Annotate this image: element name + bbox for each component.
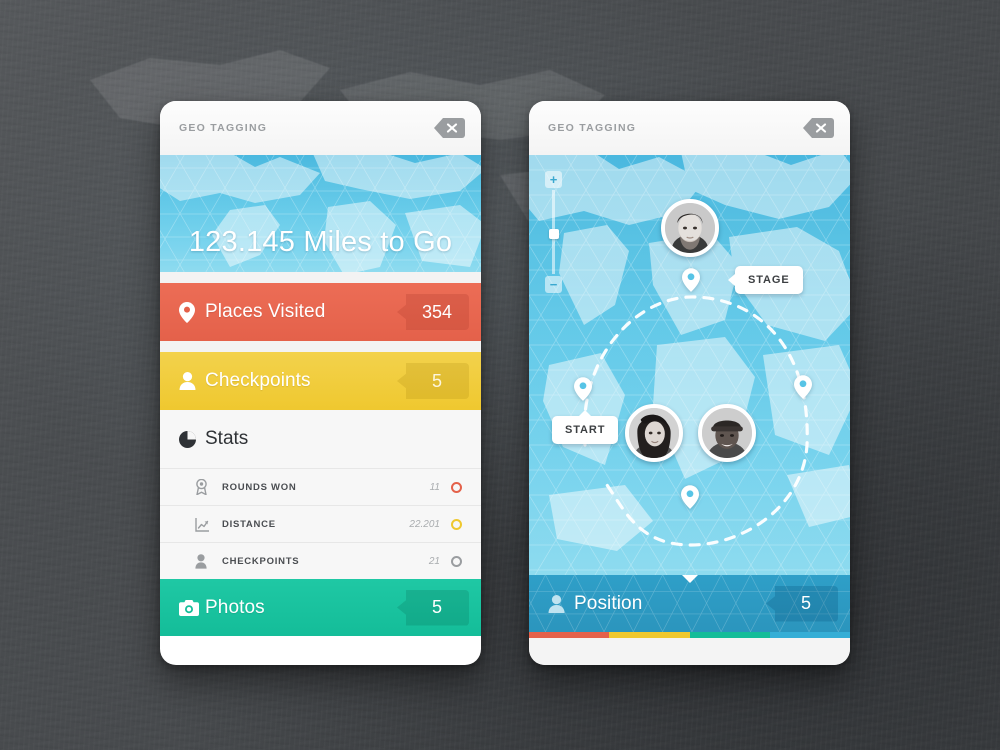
status-dot — [451, 518, 462, 530]
stat-value: 11 — [429, 481, 440, 493]
row-label: Checkpoints — [205, 370, 311, 391]
backspace-icon[interactable] — [434, 118, 465, 138]
stat-row[interactable]: ROUNDS WON 11 — [160, 468, 481, 505]
position-badge: 5 — [766, 585, 838, 622]
hero-headline: 123.145 Miles to Go — [188, 226, 453, 258]
zoom-out-button[interactable]: − — [545, 276, 562, 293]
user-icon — [179, 372, 205, 390]
color-segment-blue — [769, 632, 850, 638]
color-segment-yellow — [609, 632, 690, 638]
stat-label: ROUNDS WON — [222, 481, 297, 493]
avatar[interactable] — [661, 199, 719, 257]
map-pin-icon[interactable] — [794, 375, 812, 399]
color-segment-red — [529, 632, 610, 638]
zoom-slider-handle[interactable] — [548, 229, 559, 239]
pie-chart-icon — [179, 430, 205, 448]
backspace-icon[interactable] — [803, 118, 834, 138]
callout-start[interactable]: START — [552, 410, 619, 444]
interactive-world-map[interactable]: + − STAGE START — [529, 155, 850, 575]
map-pin-icon[interactable] — [682, 268, 700, 292]
user-icon — [548, 594, 574, 613]
photos-badge: 5 — [397, 589, 469, 626]
row-label: Places Visited — [205, 301, 326, 322]
row-label: Photos — [205, 596, 265, 618]
color-strip — [529, 632, 850, 638]
row-places-visited[interactable]: Places Visited 354 — [160, 283, 481, 341]
map-pin-icon[interactable] — [574, 377, 592, 401]
right-phone-panel: GEO TAGGING + − STAGE START Position 5 — [529, 101, 850, 665]
stat-value: 21 — [428, 555, 440, 567]
stat-row[interactable]: DISTANCE 22.201 — [160, 505, 481, 542]
color-segment-green — [689, 632, 770, 638]
right-panel-header: GEO TAGGING — [529, 101, 850, 155]
person-icon — [195, 553, 222, 569]
camera-icon — [179, 599, 205, 616]
page-title: GEO TAGGING — [548, 122, 637, 134]
avatar-portrait-man-1 — [665, 203, 715, 253]
award-icon — [195, 479, 222, 495]
panel-footer — [529, 638, 850, 665]
position-notch — [680, 575, 699, 583]
stats-title: Stats — [205, 428, 249, 449]
places-visited-badge: 354 — [397, 294, 469, 330]
hero-map: 123.145 Miles to Go — [160, 155, 481, 272]
left-phone-panel: GEO TAGGING 123.145 Miles to Go Places V… — [160, 101, 481, 665]
row-label: Position — [574, 592, 643, 614]
stat-value: 22.201 — [409, 518, 440, 530]
row-position[interactable]: Position 5 — [529, 575, 850, 632]
chart-line-icon — [195, 517, 222, 532]
row-checkpoints[interactable]: Checkpoints 5 — [160, 352, 481, 410]
row-photos[interactable]: Photos 5 — [160, 579, 481, 636]
zoom-slider-track[interactable] — [548, 190, 559, 274]
stats-section-header: Stats — [160, 410, 481, 468]
map-pin-icon[interactable] — [681, 485, 699, 509]
desktop-background — [0, 0, 1000, 750]
map-pin-icon — [179, 301, 205, 323]
avatar[interactable] — [698, 404, 756, 462]
row-gap — [160, 341, 481, 352]
stat-label: DISTANCE — [222, 518, 276, 530]
page-title: GEO TAGGING — [179, 122, 268, 134]
avatar-portrait-woman — [629, 408, 679, 458]
status-dot — [451, 481, 462, 493]
avatar[interactable] — [625, 404, 683, 462]
row-gap — [160, 272, 481, 283]
stat-row[interactable]: CHECKPOINTS 21 — [160, 542, 481, 579]
map-zoom-control[interactable]: + − — [545, 171, 562, 293]
avatar-portrait-man-2 — [702, 408, 752, 458]
callout-stage[interactable]: STAGE — [728, 266, 803, 294]
stat-label: CHECKPOINTS — [222, 555, 300, 567]
left-panel-header: GEO TAGGING — [160, 101, 481, 155]
zoom-in-button[interactable]: + — [545, 171, 562, 188]
status-dot — [451, 555, 462, 567]
checkpoints-badge: 5 — [397, 363, 469, 399]
